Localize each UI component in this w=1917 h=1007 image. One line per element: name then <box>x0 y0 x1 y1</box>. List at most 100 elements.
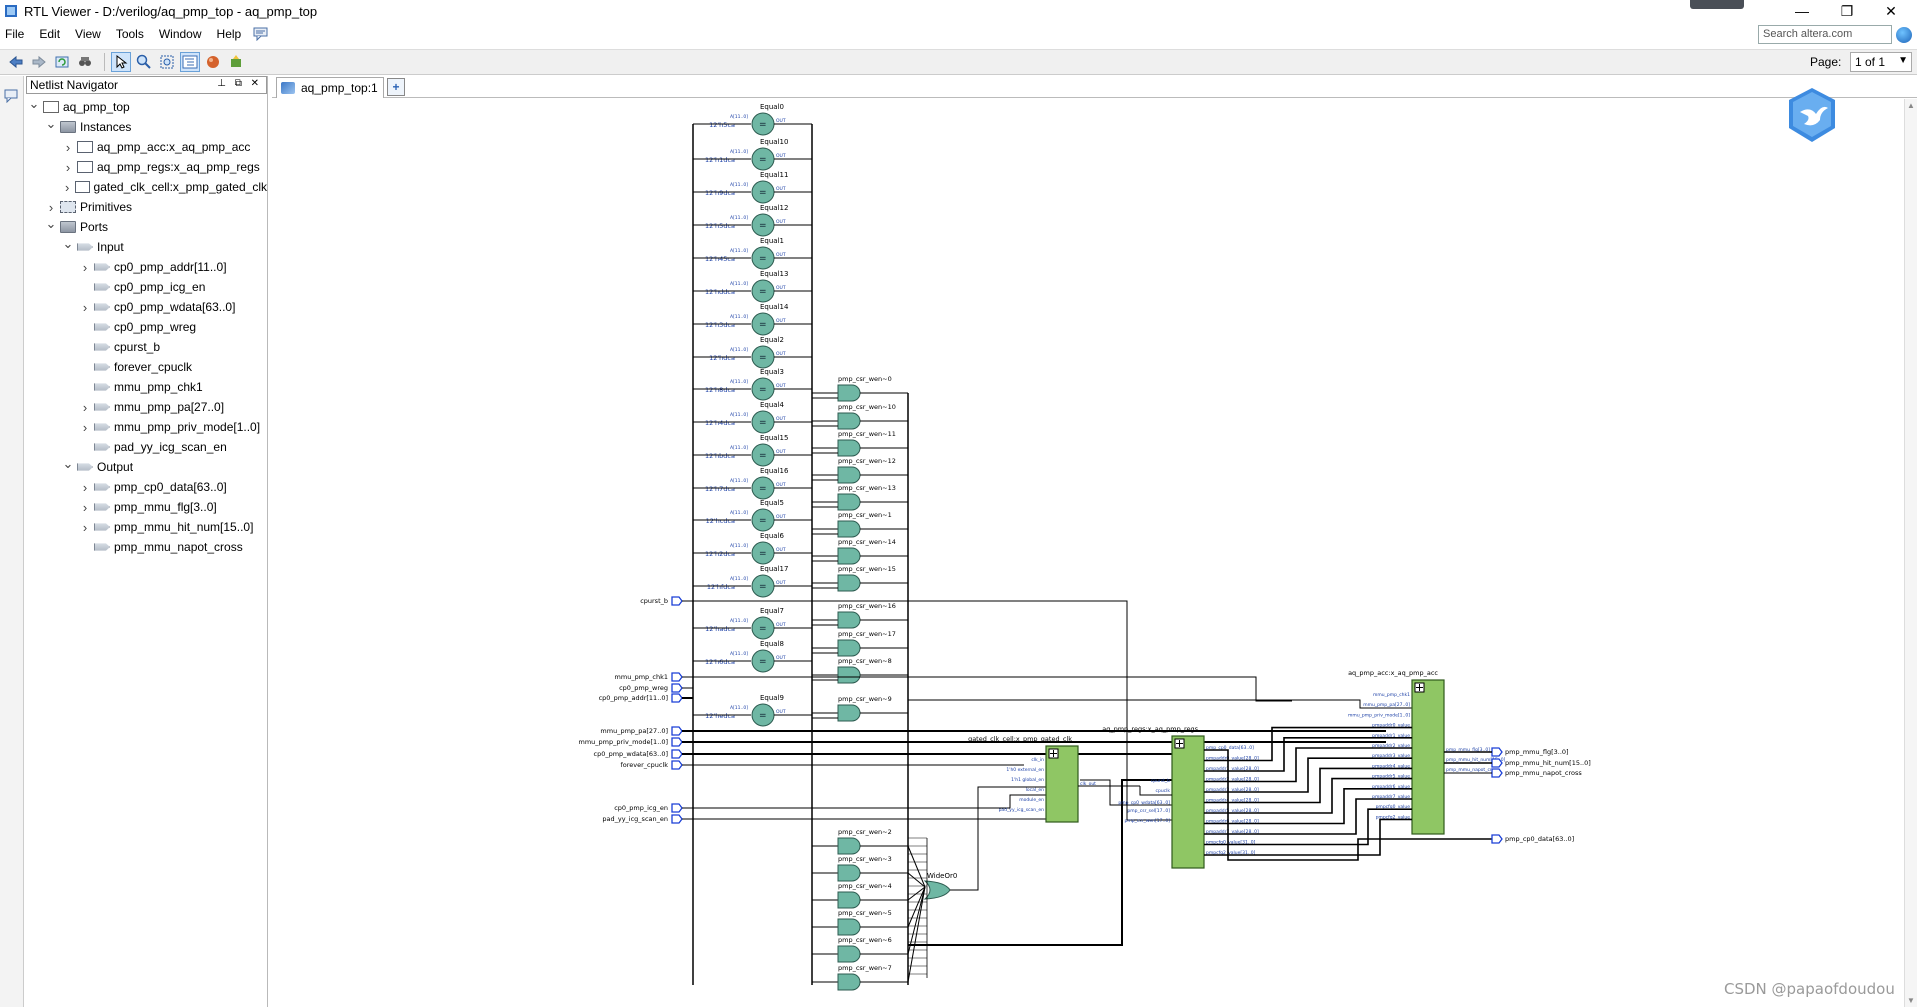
vertical-scrollbar[interactable]: ▲ ▼ <box>1904 99 1917 1007</box>
refresh-icon[interactable] <box>52 52 72 72</box>
minimize-button[interactable]: — <box>1779 0 1825 22</box>
globe-icon[interactable] <box>1896 27 1912 43</box>
chevron-right-icon[interactable]: › <box>79 420 91 435</box>
tab-aq-pmp-top[interactable]: aq_pmp_top:1 <box>276 77 384 98</box>
and-gate[interactable] <box>837 704 861 722</box>
chevron-down-icon[interactable]: ⌄ <box>45 116 57 132</box>
regs-module-block[interactable] <box>1171 735 1205 869</box>
tree-item-output[interactable]: ⌄ Output <box>26 456 267 477</box>
maximize-button[interactable]: ❐ <box>1824 0 1870 22</box>
chevron-right-icon[interactable]: › <box>62 140 74 155</box>
and-gate[interactable] <box>837 412 861 430</box>
tree-item-pmp-mmu-napot-cross[interactable]: pmp_mmu_napot_cross <box>26 537 267 557</box>
tree-item-mmu-pmp-pa-27-0[interactable]: › mmu_pmp_pa[27..0] <box>26 397 267 417</box>
output-port[interactable] <box>1491 768 1503 778</box>
chevron-right-icon[interactable]: › <box>45 200 57 215</box>
tree-item-primitives[interactable]: › Primitives <box>26 197 267 217</box>
chevron-down-icon[interactable]: ⌄ <box>62 236 74 252</box>
panel-controls[interactable]: ⊥ ⧉ ✕ <box>217 78 262 89</box>
tree-item-mmu-pmp-priv-mode-1-0[interactable]: › mmu_pmp_priv_mode[1..0] <box>26 417 267 437</box>
and-gate[interactable] <box>837 837 861 855</box>
scroll-up-icon[interactable]: ▲ <box>1907 101 1915 110</box>
menu-window[interactable]: Window <box>154 27 212 41</box>
chevron-right-icon[interactable]: › <box>62 160 74 175</box>
tree-item-mmu-pmp-chk1[interactable]: mmu_pmp_chk1 <box>26 377 267 397</box>
and-gate[interactable] <box>837 384 861 402</box>
menu-view[interactable]: View <box>70 27 111 41</box>
tree-item-pad-yy-icg-scan-en[interactable]: pad_yy_icg_scan_en <box>26 437 267 457</box>
chevron-right-icon[interactable]: › <box>79 260 91 275</box>
chevron-right-icon[interactable]: › <box>79 500 91 515</box>
search-input[interactable]: Search altera.com <box>1758 25 1892 44</box>
and-gate[interactable] <box>837 439 861 457</box>
and-gate[interactable] <box>837 520 861 538</box>
tree-item-aq-pmp-acc-x-aq-pmp-acc[interactable]: › aq_pmp_acc:x_aq_pmp_acc <box>26 137 267 157</box>
find-icon[interactable] <box>75 52 95 72</box>
and-gate[interactable] <box>837 973 861 991</box>
back-icon[interactable] <box>6 52 26 72</box>
tree-item-cp0-pmp-addr-11-0[interactable]: › cp0_pmp_addr[11..0] <box>26 257 267 277</box>
selection-tool-icon[interactable] <box>111 52 131 72</box>
output-port[interactable] <box>1491 758 1503 768</box>
chevron-right-icon[interactable]: › <box>79 480 91 495</box>
and-gate[interactable] <box>837 666 861 684</box>
tree-item-input[interactable]: ⌄ Input <box>26 236 267 257</box>
input-port[interactable] <box>671 596 683 606</box>
chevron-right-icon[interactable]: › <box>79 520 91 535</box>
and-gate[interactable] <box>837 945 861 963</box>
tree-item-gated-clk-cell-x-pmp-gated-clk[interactable]: › gated_clk_cell:x_pmp_gated_clk <box>26 177 267 197</box>
schematic-svg[interactable]: Equal012'h5caA[11..0]= OUTEqual1012'h1dca… <box>272 99 1904 1007</box>
chat-icon[interactable] <box>253 27 269 41</box>
forward-icon[interactable] <box>29 52 49 72</box>
and-gate[interactable] <box>837 547 861 565</box>
tree-item-cp0-pmp-icg-en[interactable]: cp0_pmp_icg_en <box>26 277 267 297</box>
tree-item-pmp-mmu-hit-num-15-0[interactable]: › pmp_mmu_hit_num[15..0] <box>26 517 267 537</box>
and-gate[interactable] <box>837 574 861 592</box>
and-gate[interactable] <box>837 493 861 511</box>
tree-item-cp0-pmp-wreg[interactable]: cp0_pmp_wreg <box>26 317 267 337</box>
tree-item-cpurst-b[interactable]: cpurst_b <box>26 337 267 357</box>
message-icon[interactable] <box>4 89 19 103</box>
input-port[interactable] <box>671 672 683 682</box>
input-port[interactable] <box>671 683 683 693</box>
input-port[interactable] <box>671 726 683 736</box>
and-gate[interactable] <box>837 611 861 629</box>
fit-in-window-icon[interactable] <box>157 52 177 72</box>
menu-file[interactable]: File <box>0 27 34 41</box>
acc-module-block[interactable] <box>1411 679 1445 835</box>
input-port[interactable] <box>671 760 683 770</box>
tree-item-ports[interactable]: ⌄ Ports <box>26 216 267 237</box>
close-button[interactable]: ✕ <box>1868 0 1914 22</box>
output-port[interactable] <box>1491 834 1503 844</box>
chevron-right-icon[interactable]: › <box>79 400 91 415</box>
chevron-down-icon[interactable]: ⌄ <box>45 216 57 232</box>
input-port[interactable] <box>671 693 683 703</box>
input-port[interactable] <box>671 749 683 759</box>
scroll-down-icon[interactable]: ▼ <box>1907 996 1915 1005</box>
chip-planner-icon[interactable] <box>226 52 246 72</box>
netlist-color-icon[interactable] <box>203 52 223 72</box>
input-port[interactable] <box>671 737 683 747</box>
tree-item-aq-pmp-regs-x-aq-pmp-regs[interactable]: › aq_pmp_regs:x_aq_pmp_regs <box>26 157 267 177</box>
schematic-canvas[interactable]: Equal0 12'h5ca A[11..0] = OUT Equal10 12'h1dca… <box>272 99 1912 1007</box>
tree-item-cp0-pmp-wdata-63-0[interactable]: › cp0_pmp_wdata[63..0] <box>26 297 267 317</box>
output-port[interactable] <box>1491 747 1503 757</box>
menu-edit[interactable]: Edit <box>34 27 70 41</box>
chevron-down-icon[interactable]: ⌄ <box>62 456 74 472</box>
add-tab-button[interactable]: + <box>387 78 405 96</box>
tree-item-instances[interactable]: ⌄ Instances <box>26 116 267 137</box>
input-port[interactable] <box>671 814 683 824</box>
tree-item-pmp-mmu-flg-3-0[interactable]: › pmp_mmu_flg[3..0] <box>26 497 267 517</box>
page-select[interactable]: 1 of 1 ▼ <box>1850 52 1912 72</box>
or-gate[interactable] <box>923 880 951 900</box>
and-gate[interactable] <box>837 891 861 909</box>
and-gate[interactable] <box>837 864 861 882</box>
tree-item-aq-pmp-top[interactable]: ⌄ aq_pmp_top <box>26 96 267 117</box>
and-gate[interactable] <box>837 466 861 484</box>
tree-item-forever-cpuclk[interactable]: forever_cpuclk <box>26 357 267 377</box>
input-port[interactable] <box>671 803 683 813</box>
hierarchy-list-icon[interactable] <box>180 52 200 72</box>
chevron-right-icon[interactable]: › <box>79 300 91 315</box>
zoom-icon[interactable] <box>134 52 154 72</box>
and-gate[interactable] <box>837 639 861 657</box>
